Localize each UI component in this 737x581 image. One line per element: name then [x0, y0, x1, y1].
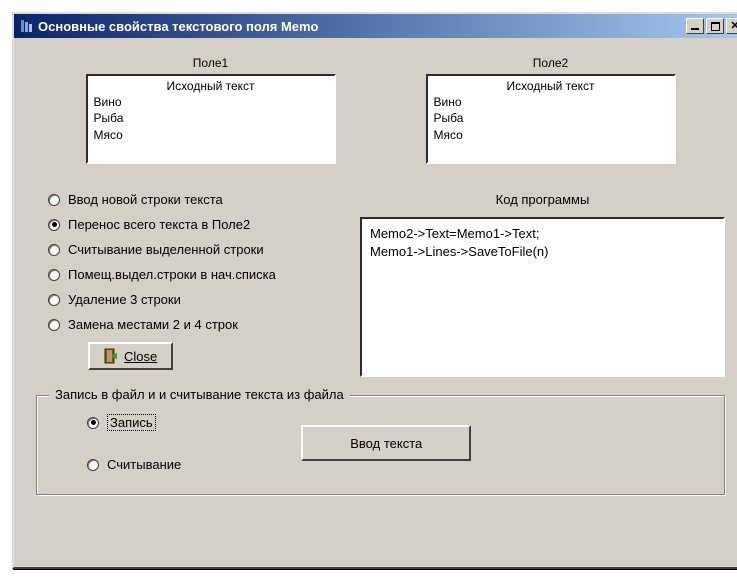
close-button-label: Close: [124, 349, 157, 364]
groupbox-title: Запись в файл и и считывание текста из ф…: [49, 387, 350, 402]
radio-label: Считывание выделенной строки: [68, 242, 264, 257]
maximize-button[interactable]: [706, 18, 724, 34]
code-line: Memo2->Text=Memo1->Text;: [370, 225, 715, 243]
window-title: Основные свойства текстового поля Memo: [38, 19, 686, 34]
field1-block: Поле1 Исходный текст Вино Рыба Мясо: [86, 56, 336, 164]
code-line: Memo1->Lines->SaveToFile(n): [370, 243, 715, 261]
action-radio-swap-2-4[interactable]: Замена местами 2 и 4 строк: [48, 317, 336, 332]
maximize-icon: [711, 22, 720, 31]
radio-label: Замена местами 2 и 4 строк: [68, 317, 238, 332]
action-radio-read-selected[interactable]: Считывание выделенной строки: [48, 242, 336, 257]
memo2-line: Мясо: [434, 127, 668, 143]
minimize-button[interactable]: [686, 18, 704, 34]
code-label: Код программы: [360, 192, 725, 207]
radio-label: Удаление 3 строки: [68, 292, 181, 307]
radio-icon: [48, 219, 60, 231]
field2-block: Поле2 Исходный текст Вино Рыба Мясо: [426, 56, 676, 164]
file-radio-write[interactable]: Запись: [87, 414, 181, 431]
button-label: Ввод текста: [350, 436, 422, 451]
close-window-button[interactable]: ✕: [726, 18, 737, 34]
radio-label: Помещ.выдел.строки в нач.списка: [68, 267, 276, 282]
radio-icon: [87, 459, 99, 471]
action-radio-delete-3[interactable]: Удаление 3 строки: [48, 292, 336, 307]
close-button-row: Close: [48, 342, 336, 370]
file-io-radio-group: Запись Считывание: [57, 414, 181, 472]
radio-icon: [48, 194, 60, 206]
radio-label: Ввод новой строки текста: [68, 192, 223, 207]
titlebar: Основные свойства текстового поля Memo ✕: [14, 14, 737, 38]
app-window: Основные свойства текстового поля Memo ✕…: [12, 12, 737, 569]
middle-row: Ввод новой строки текста Перенос всего т…: [36, 192, 725, 377]
memo1[interactable]: Исходный текст Вино Рыба Мясо: [86, 74, 336, 164]
radio-icon: [48, 244, 60, 256]
close-button[interactable]: Close: [88, 342, 173, 370]
radio-icon: [87, 417, 99, 429]
memo2-line: Вино: [434, 94, 668, 110]
memo1-header: Исходный текст: [94, 78, 328, 94]
action-radio-insert-top[interactable]: Помещ.выдел.строки в нач.списка: [48, 267, 336, 282]
file-radio-read[interactable]: Считывание: [87, 457, 181, 472]
radio-label: Считывание: [107, 457, 181, 472]
memo1-line: Мясо: [94, 127, 328, 143]
memo1-line: Вино: [94, 94, 328, 110]
action-radio-input-new-line[interactable]: Ввод новой строки текста: [48, 192, 336, 207]
memo1-line: Рыба: [94, 110, 328, 126]
door-icon: [104, 348, 118, 364]
action-radio-group: Ввод новой строки текста Перенос всего т…: [36, 192, 336, 377]
radio-label: Перенос всего текста в Поле2: [68, 217, 250, 232]
radio-icon: [48, 294, 60, 306]
memo2-header: Исходный текст: [434, 78, 668, 94]
titlebar-buttons: ✕: [686, 18, 737, 34]
field1-label: Поле1: [86, 56, 336, 70]
memo-fields-row: Поле1 Исходный текст Вино Рыба Мясо Поле…: [36, 56, 725, 164]
close-icon: ✕: [730, 21, 737, 32]
file-io-groupbox: Запись в файл и и считывание текста из ф…: [36, 395, 725, 495]
minimize-icon: [691, 28, 699, 30]
radio-icon: [48, 269, 60, 281]
code-memo[interactable]: Memo2->Text=Memo1->Text; Memo1->Lines->S…: [360, 217, 725, 377]
radio-icon: [48, 319, 60, 331]
memo2[interactable]: Исходный текст Вино Рыба Мясо: [426, 74, 676, 164]
action-radio-transfer-all[interactable]: Перенос всего текста в Поле2: [48, 217, 336, 232]
memo2-line: Рыба: [434, 110, 668, 126]
app-icon: [18, 18, 34, 34]
code-column: Код программы Memo2->Text=Memo1->Text; M…: [360, 192, 725, 377]
input-text-button[interactable]: Ввод текста: [301, 425, 471, 461]
client-area: Поле1 Исходный текст Вино Рыба Мясо Поле…: [14, 38, 737, 567]
radio-label: Запись: [107, 414, 156, 431]
field2-label: Поле2: [426, 56, 676, 70]
